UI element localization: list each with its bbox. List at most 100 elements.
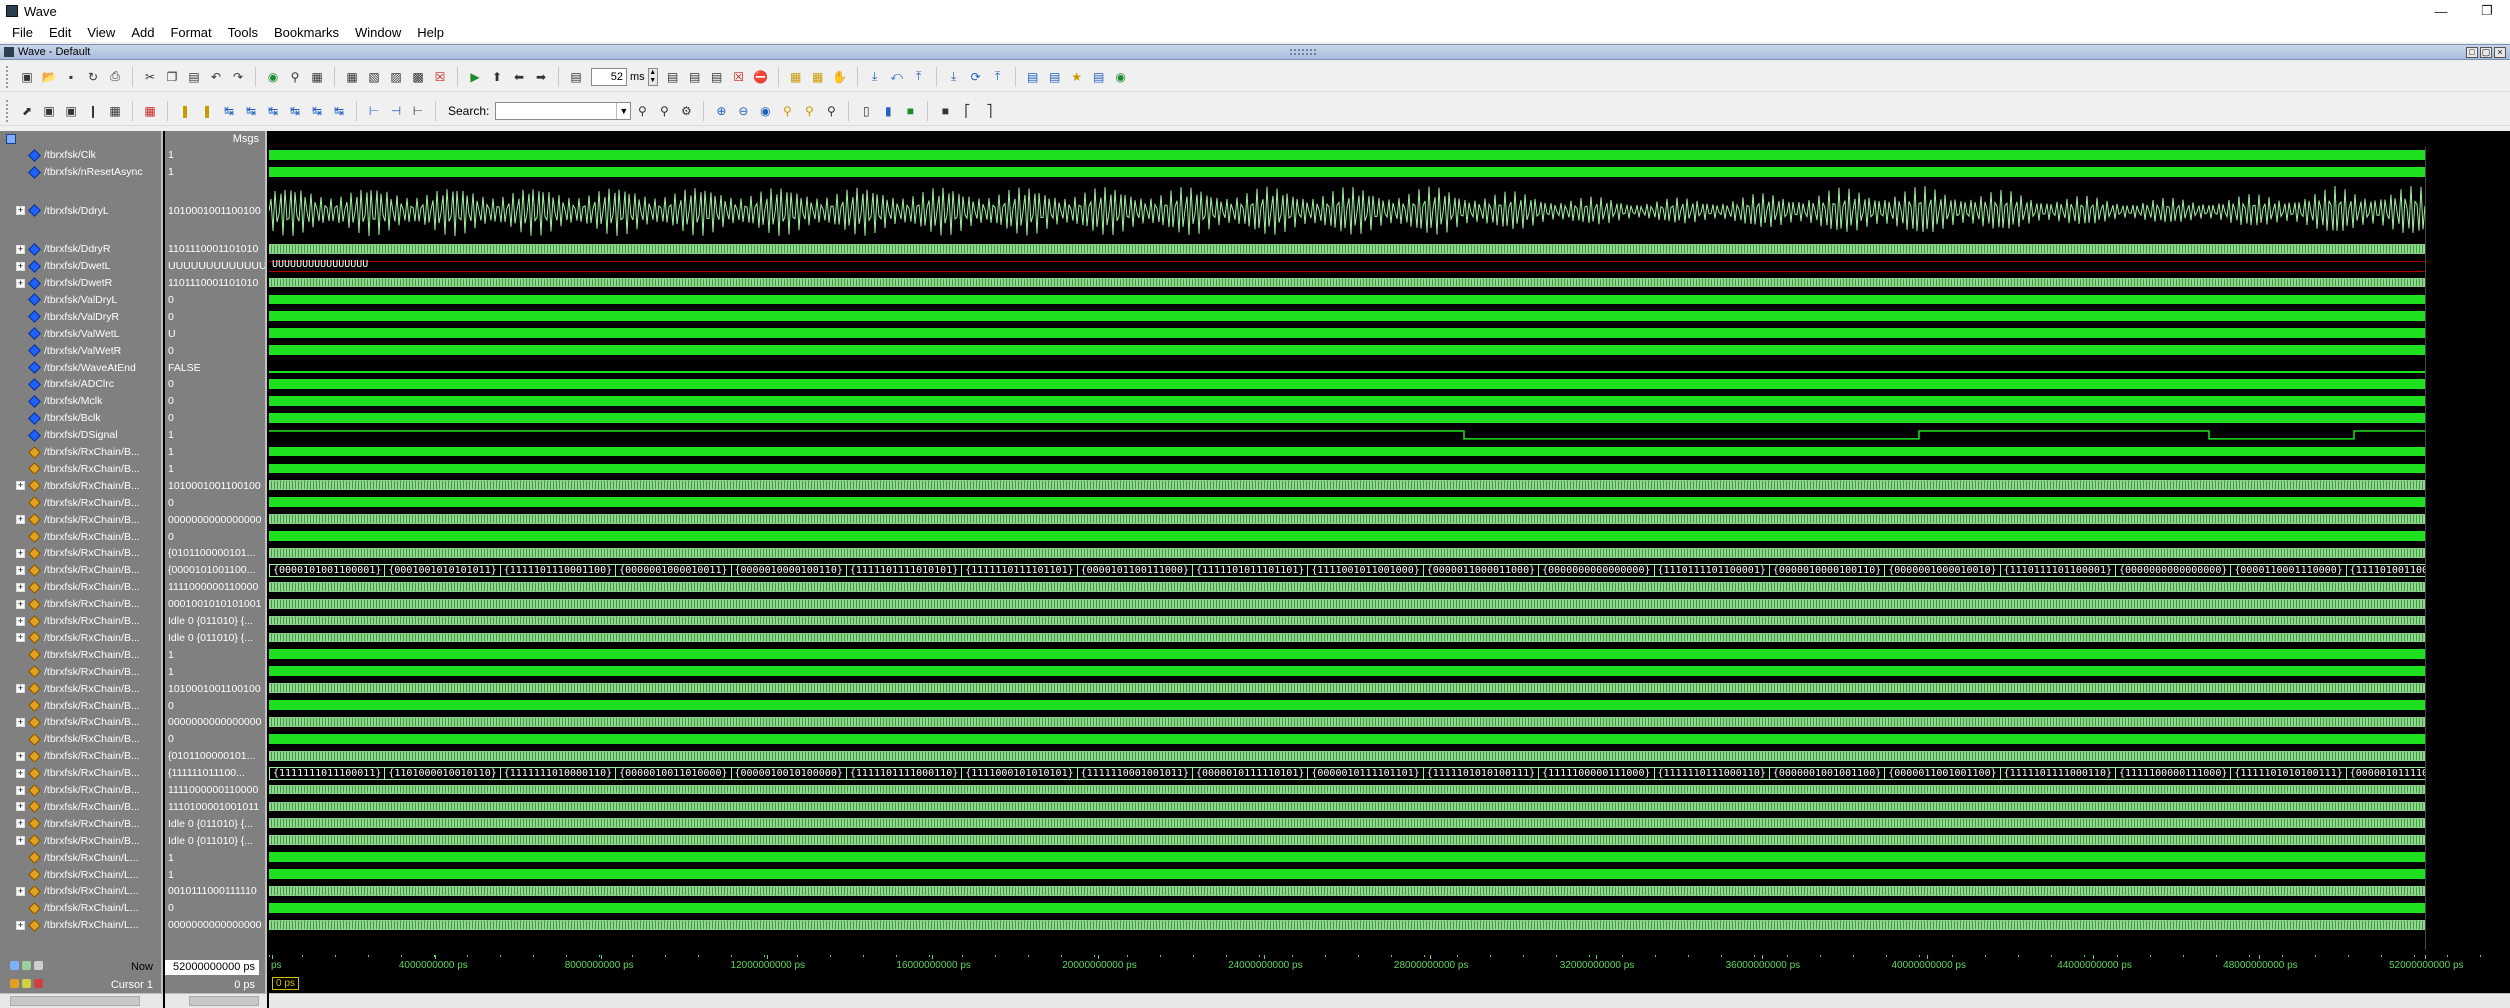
waveform-pane[interactable]: UUUUUUUUUUUUUUUU {0000101001100001} {00010…: [269, 147, 2510, 950]
zoom-range-icon[interactable]: ⚲: [800, 102, 818, 120]
simulate-icon[interactable]: ▨: [387, 68, 405, 86]
layout-4-icon[interactable]: ▤: [1090, 68, 1108, 86]
signal-name-row[interactable]: + /tbrxfsk/RxChain/B...: [0, 680, 161, 697]
break-icon[interactable]: ▩: [409, 68, 427, 86]
maximize-icon[interactable]: ▢: [2480, 46, 2492, 58]
signal-values-pane[interactable]: 1 1 1010001001100100 1101110001101010 UUUUUU…: [165, 147, 267, 950]
expand-plus-icon[interactable]: +: [16, 278, 25, 288]
signal-name-row[interactable]: + /tbrxfsk/RxChain/B...: [0, 782, 161, 799]
add-cursor-icon[interactable]: ❚: [176, 102, 194, 120]
undock-icon[interactable]: □: [2466, 46, 2478, 58]
search-text[interactable]: [496, 103, 616, 119]
signal-name-row[interactable]: /tbrxfsk/nResetAsync: [0, 164, 161, 181]
insert-cursor-icon[interactable]: ▦: [141, 102, 159, 120]
signal-name-row[interactable]: + /tbrxfsk/RxChain/B...: [0, 815, 161, 832]
expand-plus-icon[interactable]: +: [16, 768, 25, 778]
signal-name-row[interactable]: + /tbrxfsk/RxChain/B...: [0, 596, 161, 613]
minimize-button[interactable]: —: [2418, 0, 2464, 22]
expand-plus-icon[interactable]: +: [16, 751, 25, 761]
step-back-icon[interactable]: ⬅: [510, 68, 528, 86]
signal-name-row[interactable]: /tbrxfsk/ValDryL: [0, 292, 161, 309]
search-input[interactable]: ▼: [495, 101, 632, 120]
signal-name-row[interactable]: + /tbrxfsk/RxChain/B...: [0, 748, 161, 765]
edit-mode-icon[interactable]: ▣: [62, 102, 80, 120]
search-options-icon[interactable]: ⚙: [677, 102, 695, 120]
expand-plus-icon[interactable]: +: [16, 582, 25, 592]
step-over-icon[interactable]: ⤺: [888, 68, 906, 86]
compile-icon[interactable]: ▦: [343, 68, 361, 86]
column-3-icon[interactable]: ■: [901, 102, 919, 120]
expand-plus-icon[interactable]: +: [16, 633, 25, 643]
layout-2-icon[interactable]: ▤: [1046, 68, 1064, 86]
prev-edge-icon[interactable]: ↹: [220, 102, 238, 120]
run-length-icon[interactable]: ▤: [567, 68, 585, 86]
layout-5-icon[interactable]: ◉: [1112, 68, 1130, 86]
expand-plus-icon[interactable]: +: [16, 261, 25, 271]
expand-plus-icon[interactable]: +: [16, 836, 25, 846]
open-folder-icon[interactable]: 📂: [40, 68, 58, 86]
add-wave-icon[interactable]: ◉: [264, 68, 282, 86]
continue-icon[interactable]: ▤: [686, 68, 704, 86]
search-next-icon[interactable]: ⚲: [655, 102, 673, 120]
expand-plus-icon[interactable]: +: [16, 785, 25, 795]
menu-bookmarks[interactable]: Bookmarks: [266, 25, 347, 40]
find-edge-icon[interactable]: ↹: [308, 102, 326, 120]
chevron-down-icon[interactable]: ▼: [616, 102, 630, 119]
next-edge-icon[interactable]: ↹: [242, 102, 260, 120]
step-down-icon[interactable]: ⤓: [945, 68, 963, 86]
zoom-in-icon[interactable]: ⊕: [712, 102, 730, 120]
signal-name-row[interactable]: + /tbrxfsk/RxChain/B...: [0, 765, 161, 782]
expand-plus-icon[interactable]: +: [16, 548, 25, 558]
signal-name-row[interactable]: + /tbrxfsk/RxChain/B...: [0, 832, 161, 849]
drag-grip-icon[interactable]: [1290, 49, 1316, 55]
expand-plus-icon[interactable]: +: [16, 684, 25, 694]
signal-name-row[interactable]: + /tbrxfsk/RxChain/B...: [0, 714, 161, 731]
expand-plus-icon[interactable]: +: [16, 920, 25, 930]
menu-format[interactable]: Format: [162, 25, 219, 40]
step-loop-icon[interactable]: ⟳: [967, 68, 985, 86]
signal-name-row[interactable]: /tbrxfsk/ADClrc: [0, 376, 161, 393]
signal-names-pane[interactable]: /tbrxfsk/Clk/tbrxfsk/nResetAsync + /tbrxfs…: [0, 147, 163, 950]
signal-name-row[interactable]: /tbrxfsk/RxChain/B...: [0, 528, 161, 545]
signal-name-row[interactable]: + /tbrxfsk/DwetL: [0, 258, 161, 275]
combine-bus-icon[interactable]: ⊣: [387, 102, 405, 120]
names-scroll-thumb[interactable]: [10, 996, 140, 1006]
edge-icon[interactable]: ↹: [330, 102, 348, 120]
delete-cursor-icon[interactable]: ❚: [198, 102, 216, 120]
signal-name-row[interactable]: + /tbrxfsk/DdryR: [0, 241, 161, 258]
bus-options-icon[interactable]: ⊢: [409, 102, 427, 120]
signal-name-row[interactable]: /tbrxfsk/Clk: [0, 147, 161, 164]
signal-name-row[interactable]: /tbrxfsk/ValWetR: [0, 342, 161, 359]
zoom-cursor-icon[interactable]: ⚲: [778, 102, 796, 120]
cursor-marker[interactable]: 0 ps: [272, 977, 299, 990]
step-out-icon[interactable]: ⤒: [910, 68, 928, 86]
format-icon[interactable]: ▦: [308, 68, 326, 86]
zoom-full-icon[interactable]: ◉: [756, 102, 774, 120]
signal-name-row[interactable]: /tbrxfsk/DSignal: [0, 427, 161, 444]
signal-name-row[interactable]: /tbrxfsk/RxChain/L...: [0, 900, 161, 917]
menu-edit[interactable]: Edit: [41, 25, 79, 40]
bracket-left-icon[interactable]: ⎡: [958, 102, 976, 120]
menu-window[interactable]: Window: [347, 25, 409, 40]
signal-name-row[interactable]: /tbrxfsk/RxChain/B...: [0, 731, 161, 748]
signal-name-row[interactable]: /tbrxfsk/RxChain/L...: [0, 849, 161, 866]
run-all-icon[interactable]: ▤: [708, 68, 726, 86]
layout-3-icon[interactable]: ★: [1068, 68, 1086, 86]
signal-name-row[interactable]: /tbrxfsk/ValDryR: [0, 308, 161, 325]
signal-name-row[interactable]: /tbrxfsk/RxChain/B...: [0, 494, 161, 511]
performance-icon[interactable]: ▦: [787, 68, 805, 86]
run-length-value[interactable]: 52: [591, 67, 627, 86]
expand-plus-icon[interactable]: +: [16, 515, 25, 525]
expand-plus-icon[interactable]: +: [16, 616, 25, 626]
run-icon[interactable]: ▤: [664, 68, 682, 86]
expand-bus-icon[interactable]: ⊢: [365, 102, 383, 120]
refresh-icon[interactable]: ↻: [84, 68, 102, 86]
memory-icon[interactable]: ▦: [809, 68, 827, 86]
stepper-arrows-icon[interactable]: ▲ ▼: [647, 67, 658, 86]
cut-icon[interactable]: ✂: [141, 68, 159, 86]
signal-name-row[interactable]: + /tbrxfsk/RxChain/B...: [0, 511, 161, 528]
signal-name-row[interactable]: /tbrxfsk/RxChain/B...: [0, 461, 161, 478]
step-forward-icon[interactable]: ➡: [532, 68, 550, 86]
step-up2-icon[interactable]: ⤒: [989, 68, 1007, 86]
expand-plus-icon[interactable]: +: [16, 481, 25, 491]
